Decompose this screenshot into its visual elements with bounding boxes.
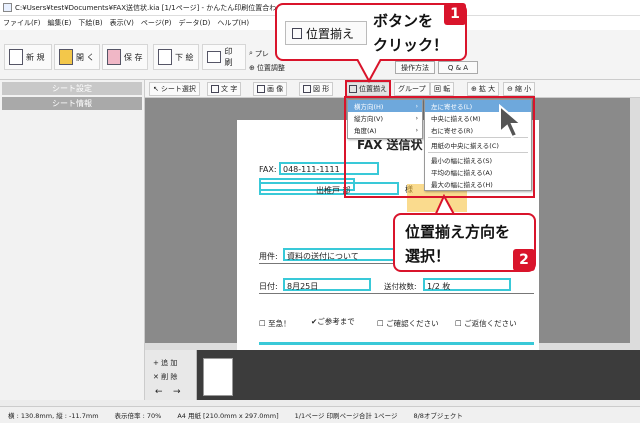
prev-arrow-icon[interactable]: ←: [155, 387, 163, 397]
qa-button[interactable]: Q & A: [438, 61, 478, 74]
page-thumbnail[interactable]: [203, 358, 233, 396]
check-reply[interactable]: ☐ ご返信ください: [455, 318, 517, 329]
status-page: 1/1ページ 印刷ページ合計 1ページ: [294, 412, 398, 420]
align-icon: [292, 27, 302, 39]
app-icon: [3, 3, 12, 12]
status-objects: 8/8オブジェクト: [413, 412, 463, 420]
menu-view[interactable]: 表示(V): [110, 18, 134, 28]
mouse-cursor-icon: [499, 104, 524, 139]
left-panel: シート設定 シート情報: [0, 80, 145, 400]
check-reference[interactable]: ✔ご参考まで: [311, 316, 355, 327]
open-button[interactable]: 開 く: [54, 44, 100, 70]
check-urgent[interactable]: ☐ 至急！: [259, 318, 291, 329]
menu-file[interactable]: ファイル(F): [3, 18, 41, 28]
underlay-button[interactable]: 下 絵: [153, 44, 199, 70]
rotate-button[interactable]: 回 転: [430, 82, 455, 96]
align-button-zoom: 位置揃え: [285, 21, 367, 45]
thumbnail-panel: [145, 350, 640, 400]
subject-label: 用件:: [259, 252, 278, 261]
magnifier-icon: ⌕: [249, 49, 253, 57]
sheet-info-tab[interactable]: シート情報: [2, 97, 142, 110]
menu-underlay[interactable]: 下絵(B): [78, 18, 102, 28]
new-doc-icon: [9, 49, 23, 65]
step2-badge: 2: [513, 249, 535, 271]
print-button[interactable]: 印 刷: [202, 44, 246, 70]
sheet-settings-tab[interactable]: シート設定: [2, 82, 142, 95]
shape-button[interactable]: 図 形: [299, 82, 334, 96]
crosshair-icon: ⊕: [249, 63, 255, 72]
printer-icon: [207, 51, 222, 63]
step2-text-line2: 選択！: [405, 247, 451, 265]
new-button[interactable]: 新 規: [4, 44, 52, 70]
zoom-out-icon: ⊖: [507, 85, 513, 93]
status-zoom: 表示倍率 : 70%: [114, 412, 162, 420]
date-label: 日付:: [259, 282, 278, 291]
fax-label: FAX:: [259, 165, 277, 174]
image-button[interactable]: 画 像: [253, 82, 288, 96]
date-underline: [259, 293, 534, 294]
underlay-icon: [158, 49, 172, 65]
date-field[interactable]: 8月25日: [283, 278, 371, 291]
pages-field[interactable]: 1/2 枚: [423, 278, 511, 291]
status-coords: 横 : 130.8mm, 縦 : -11.7mm: [8, 412, 99, 420]
vertical-scrollbar[interactable]: [630, 98, 640, 350]
group-button[interactable]: グループ: [394, 82, 430, 96]
menu-edit[interactable]: 編集(E): [48, 18, 72, 28]
zoom-out-button[interactable]: ⊖ 縮 小: [503, 82, 536, 96]
position-adjust-button[interactable]: ⊕ 位置調整: [249, 62, 285, 73]
callout-pointer: [356, 59, 382, 83]
pointer-icon: ↖: [153, 85, 159, 93]
how-to-button[interactable]: 操作方法: [395, 61, 435, 74]
thumbnail-controls: + 追 加 ✕ 削 除 ← →: [145, 350, 197, 400]
step1-badge: 1: [444, 3, 466, 25]
delete-page-button[interactable]: ✕ 削 除: [153, 372, 177, 382]
step1-text-line2: クリック！: [373, 36, 449, 54]
zoom-in-icon: ⊕: [471, 85, 477, 93]
text-button[interactable]: 文 字: [207, 82, 242, 96]
next-arrow-icon[interactable]: →: [173, 387, 181, 397]
menu-help[interactable]: ヘルプ(H): [217, 18, 249, 28]
menu-data[interactable]: データ(D): [178, 18, 210, 28]
window-title: C:¥Users¥test¥Documents¥FAX送信状.kia [1/1ペ…: [15, 3, 290, 12]
status-bar: 横 : 130.8mm, 縦 : -11.7mm 表示倍率 : 70% A4 用…: [0, 406, 640, 423]
save-icon: [107, 49, 121, 65]
preview-button[interactable]: ⌕ プレ: [249, 48, 269, 59]
menu-page[interactable]: ページ(P): [141, 18, 172, 28]
status-paper: A4 用紙 [210.0mm x 297.0mm]: [177, 412, 279, 420]
text-icon: [211, 85, 219, 93]
bottom-field-edge: [259, 342, 534, 345]
shape-icon: [303, 85, 311, 93]
step1-text-line1: ボタンを: [373, 12, 434, 30]
step2-text-line1: 位置揃え方向を: [405, 223, 511, 241]
pages-label: 送付枚数:: [384, 282, 417, 291]
sheet-select-button[interactable]: ↖ シート選択: [149, 82, 200, 96]
step1-callout: 位置揃え ボタンを クリック！: [275, 3, 467, 61]
save-button[interactable]: 保 存: [102, 44, 148, 70]
image-icon: [257, 85, 265, 93]
check-confirm[interactable]: ☐ ご確認ください: [377, 318, 439, 329]
open-folder-icon: [59, 49, 73, 65]
add-page-button[interactable]: + 追 加: [153, 358, 177, 368]
zoom-in-button[interactable]: ⊕ 拡 大: [467, 82, 500, 96]
